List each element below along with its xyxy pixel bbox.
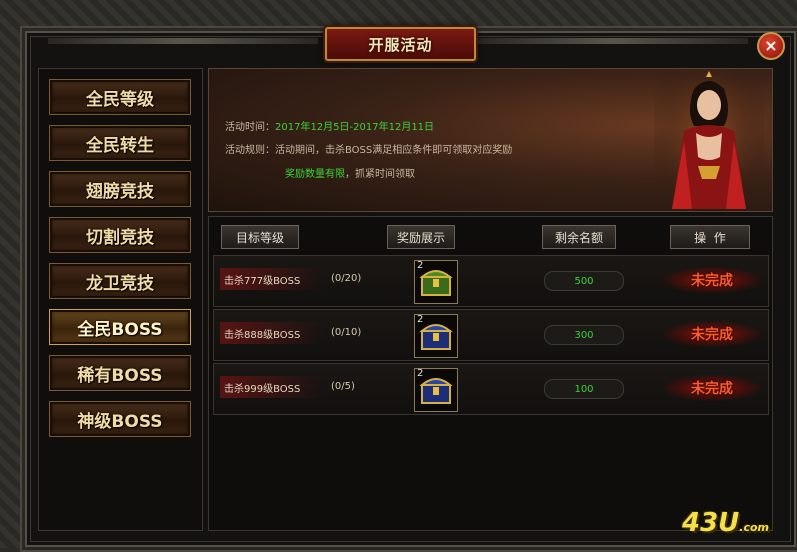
activity-tip: 奖励数量有限，抓紧时间领取 xyxy=(285,165,415,180)
sidebar-item-label: 稀有BOSS xyxy=(77,365,163,386)
reward-slot[interactable]: 2 xyxy=(414,260,458,304)
column-header-label: 操 作 xyxy=(694,230,726,245)
site-watermark-logo: 43U.com xyxy=(682,508,769,538)
sidebar-item-label: 龙卫竞技 xyxy=(86,273,154,294)
activity-tip-rest: ，抓紧时间领取 xyxy=(345,169,415,180)
sidebar-item-label: 神级BOSS xyxy=(77,411,163,432)
close-button[interactable]: × xyxy=(757,32,785,60)
title-ornament-left xyxy=(48,38,318,44)
reward-count: 2 xyxy=(417,260,424,271)
column-header-action: 操 作 xyxy=(670,225,750,249)
column-header-target: 目标等级 xyxy=(221,225,299,249)
activity-time-value: 2017年12月5日-2017年12月11日 xyxy=(275,122,435,133)
row-progress: (0/10) xyxy=(331,327,362,338)
column-header-label: 剩余名额 xyxy=(554,230,603,245)
sidebar-item-god-boss[interactable]: 神级BOSS xyxy=(49,401,191,437)
sidebar-item-label: 切割竞技 xyxy=(86,227,154,248)
activity-sidebar: 全民等级 全民转生 翅膀竞技 切割竞技 龙卫竞技 全民BOSS 稀有BOSS 神… xyxy=(38,68,203,531)
remaining-slots: 500 xyxy=(544,271,624,291)
activity-time: 活动时间：2017年12月5日-2017年12月11日 xyxy=(225,118,434,133)
row-target: 击杀777级BOSS xyxy=(220,268,324,290)
reward-slot[interactable]: 2 xyxy=(414,368,458,412)
column-header-label: 奖励展示 xyxy=(396,230,445,245)
activity-rule-label: 活动规则： xyxy=(225,145,275,156)
sidebar-item-rare-boss[interactable]: 稀有BOSS xyxy=(49,355,191,391)
sidebar-item-dragon-guard-contest[interactable]: 龙卫竞技 xyxy=(49,263,191,299)
table-row: 击杀999级BOSS (0/5) 2 100 未完成 xyxy=(213,363,769,415)
activity-tip-highlight: 奖励数量有限 xyxy=(285,169,345,180)
sidebar-item-label: 翅膀竞技 xyxy=(86,181,154,202)
status-badge[interactable]: 未完成 xyxy=(664,267,760,293)
remaining-slots: 100 xyxy=(544,379,624,399)
sidebar-item-all-boss[interactable]: 全民BOSS xyxy=(49,309,191,345)
window-title-plate: 开服活动 xyxy=(325,27,476,61)
activity-rule-text: 活动期间，击杀BOSS满足相应条件即可领取对应奖励 xyxy=(275,145,513,156)
reward-count: 2 xyxy=(417,314,424,325)
window-title: 开服活动 xyxy=(368,35,433,54)
heroine-portrait xyxy=(654,71,764,209)
table-row: 击杀777级BOSS (0/20) 2 500 未完成 xyxy=(213,255,769,307)
activity-banner: 活动时间：2017年12月5日-2017年12月11日 活动规则：活动期间，击杀… xyxy=(208,68,773,212)
reward-slot[interactable]: 2 xyxy=(414,314,458,358)
table-row: 击杀888级BOSS (0/10) 2 300 未完成 xyxy=(213,309,769,361)
close-icon: × xyxy=(764,36,778,55)
sidebar-item-all-rebirth[interactable]: 全民转生 xyxy=(49,125,191,161)
sidebar-item-label: 全民BOSS xyxy=(77,319,163,340)
activity-time-label: 活动时间： xyxy=(225,122,275,133)
row-progress: (0/20) xyxy=(331,273,362,284)
logo-text: 43U xyxy=(682,508,740,538)
column-header-label: 目标等级 xyxy=(235,230,284,245)
sidebar-item-label: 全民转生 xyxy=(86,135,154,156)
sidebar-item-wing-contest[interactable]: 翅膀竞技 xyxy=(49,171,191,207)
row-target: 击杀999级BOSS xyxy=(220,376,324,398)
activity-rule: 活动规则：活动期间，击杀BOSS满足相应条件即可领取对应奖励 xyxy=(225,141,512,156)
reward-table: 目标等级 奖励展示 剩余名额 操 作 击杀777级BOSS (0/20) 2 5… xyxy=(208,216,773,531)
row-target: 击杀888级BOSS xyxy=(220,322,324,344)
remaining-slots: 300 xyxy=(544,325,624,345)
sidebar-item-all-level[interactable]: 全民等级 xyxy=(49,79,191,115)
reward-count: 2 xyxy=(417,368,424,379)
logo-suffix: .com xyxy=(739,521,770,534)
title-ornament-right xyxy=(478,38,748,44)
status-badge[interactable]: 未完成 xyxy=(664,321,760,347)
row-progress: (0/5) xyxy=(331,381,355,392)
status-badge[interactable]: 未完成 xyxy=(664,375,760,401)
sidebar-item-cut-contest[interactable]: 切割竞技 xyxy=(49,217,191,253)
sidebar-item-label: 全民等级 xyxy=(86,89,154,110)
column-header-reward: 奖励展示 xyxy=(387,225,455,249)
column-header-remaining: 剩余名额 xyxy=(542,225,616,249)
